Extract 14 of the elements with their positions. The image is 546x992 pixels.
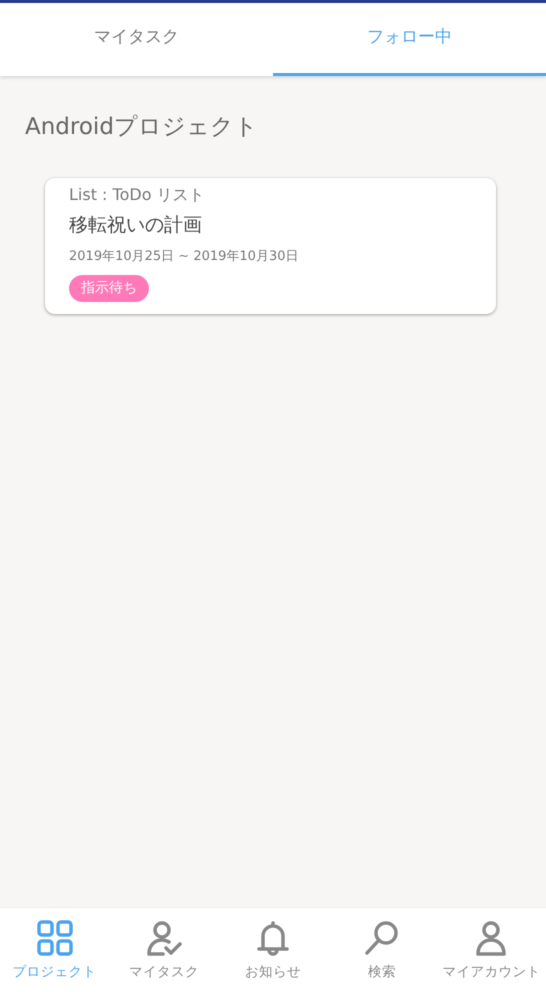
tab[interactable]: マイタスク: [0, 3, 273, 76]
list-name: List : ToDo リスト: [69, 184, 206, 206]
task-card[interactable]: List : ToDo リスト 移転祝いの計画 2019年10月25日 ~ 2019年10月30日 指示待ち: [45, 178, 496, 314]
nav-tab[interactable]: 検索: [328, 908, 437, 992]
grid-icon: [34, 918, 75, 958]
project-title: Androidプロジェクト: [25, 114, 259, 142]
nav-tab[interactable]: マイアカウント: [436, 908, 546, 992]
nav-tab[interactable]: お知らせ: [218, 908, 328, 992]
status-badge: 指示待ち: [69, 274, 149, 302]
nav-tab[interactable]: マイタスク: [109, 908, 218, 992]
tab[interactable]: フォロー中: [273, 3, 546, 76]
nav-tab[interactable]: プロジェクト: [0, 908, 110, 992]
task-title: 移転祝いの計画: [69, 212, 203, 238]
date-range: 2019年10月25日 ~ 2019年10月30日: [69, 248, 300, 266]
